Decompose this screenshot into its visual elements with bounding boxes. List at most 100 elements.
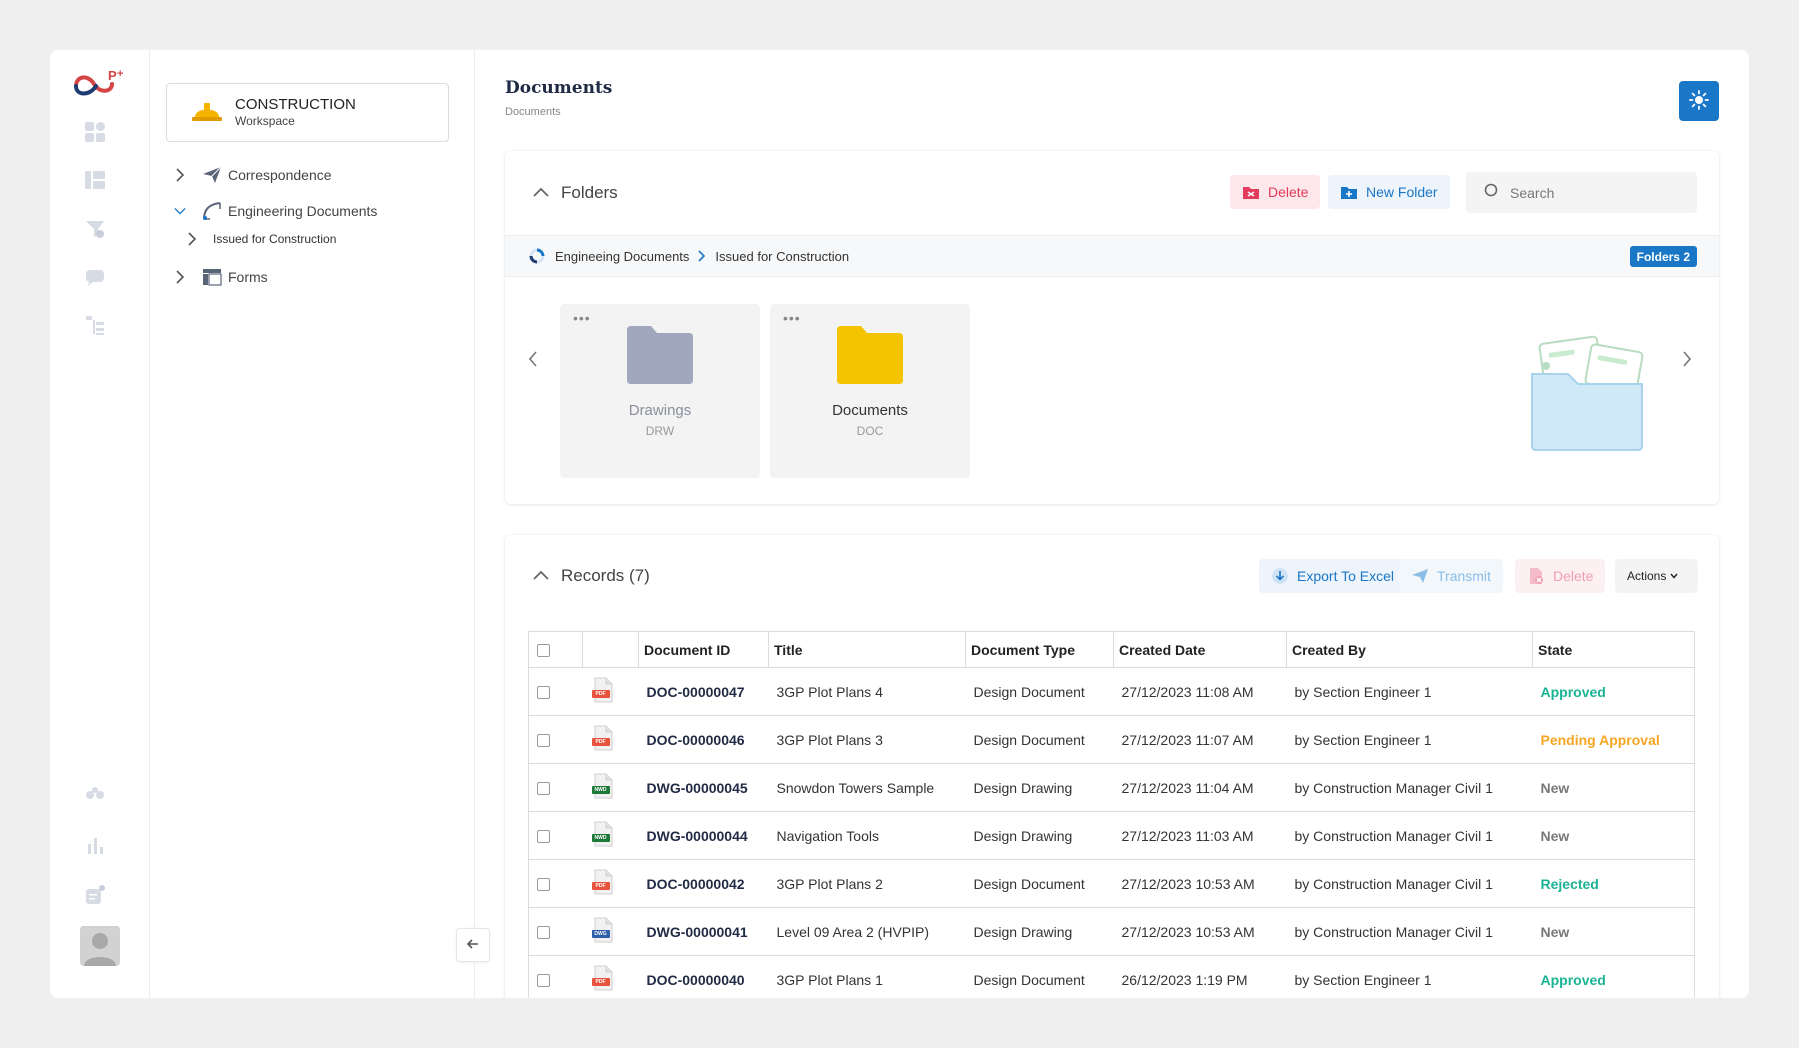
collapse-records-icon[interactable] — [533, 567, 549, 583]
table-header-row: Document ID Title Document Type Created … — [528, 631, 1695, 668]
more-options-icon[interactable]: ••• — [783, 311, 801, 325]
more-options-icon[interactable]: ••• — [573, 311, 591, 325]
row-checkbox[interactable] — [537, 830, 550, 844]
created-date-cell: 27/12/2023 11:03 AM — [1113, 811, 1287, 860]
select-all-cell — [528, 631, 583, 668]
path-segment[interactable]: Issued for Construction — [715, 249, 849, 264]
workspace-selector[interactable]: CONSTRUCTION Workspace — [166, 83, 449, 142]
search-input[interactable] — [1510, 184, 1690, 201]
row-checkbox[interactable] — [537, 782, 550, 796]
row-checkbox[interactable] — [537, 686, 550, 700]
created-by-cell: by Construction Manager Civil 1 — [1286, 859, 1533, 908]
approval-icon[interactable] — [80, 214, 110, 244]
select-all-checkbox[interactable] — [537, 644, 550, 658]
document-id-cell[interactable]: DOC-00000047 — [638, 667, 769, 716]
row-checkbox[interactable] — [537, 734, 550, 748]
row-checkbox[interactable] — [537, 974, 550, 988]
table-row[interactable]: PDF DOC-00000046 3GP Plot Plans 3 Design Do… — [528, 715, 1695, 764]
delete-records-button[interactable]: Delete — [1515, 559, 1606, 593]
add-folder-icon — [1340, 183, 1358, 201]
document-id-cell[interactable]: DOC-00000042 — [638, 859, 769, 908]
pdf-file-icon: PDF — [591, 677, 615, 703]
table-row[interactable]: DWG DWG-00000041 Level 09 Area 2 (HVPIP) De… — [528, 907, 1695, 956]
analytics-icon[interactable] — [80, 830, 110, 860]
chevron-right-icon[interactable] — [174, 168, 186, 182]
folders-count-badge: Folders 2 — [1629, 246, 1697, 267]
path-segment[interactable]: Engineeing Documents — [555, 249, 689, 264]
send-icon — [201, 164, 223, 186]
column-header[interactable]: State — [1532, 631, 1695, 668]
created-date-cell: 27/12/2023 10:53 AM — [1113, 907, 1287, 956]
export-excel-button[interactable]: Export To Excel — [1259, 559, 1407, 593]
breadcrumb[interactable]: Documents — [505, 106, 561, 118]
delete-label: Delete — [1268, 184, 1309, 200]
table-row[interactable]: PDF DOC-00000047 3GP Plot Plans 4 Design Do… — [528, 667, 1695, 716]
column-header[interactable]: Created By — [1286, 631, 1533, 668]
row-select-cell — [528, 763, 583, 812]
folder-tile-documents[interactable]: ••• Documents DOC — [770, 304, 970, 478]
layout-icon[interactable] — [80, 165, 110, 195]
document-id-cell[interactable]: DWG-00000045 — [638, 763, 769, 812]
row-checkbox[interactable] — [537, 926, 550, 940]
table-row[interactable]: NWD DWG-00000045 Snowdon Towers Sample Desi… — [528, 763, 1695, 812]
integration-icon[interactable] — [80, 780, 110, 810]
tree-item-correspondence[interactable]: Correspondence — [174, 164, 332, 186]
hierarchy-icon[interactable] — [80, 310, 110, 340]
delete-folder-icon — [1242, 183, 1260, 201]
notifications-icon[interactable] — [80, 880, 110, 910]
tree-item-label: Forms — [228, 269, 268, 285]
document-type-cell: Design Document — [965, 667, 1114, 716]
document-type-cell: Design Document — [965, 955, 1114, 998]
workspace-subtitle: Workspace — [235, 114, 295, 128]
collapse-folders-icon[interactable] — [533, 184, 549, 200]
document-id-cell[interactable]: DWG-00000041 — [638, 907, 769, 956]
column-header[interactable]: Title — [768, 631, 966, 668]
folder-code: DOC — [856, 424, 884, 438]
folders-card: Folders Delete New Folder Engineeing Doc… — [505, 151, 1719, 504]
carousel-next-arrow[interactable] — [1677, 347, 1697, 371]
actions-dropdown[interactable]: Actions — [1615, 559, 1698, 593]
document-type-cell: Design Drawing — [965, 763, 1114, 812]
send-icon — [1411, 567, 1429, 585]
theme-toggle-button[interactable] — [1679, 81, 1719, 121]
document-id-cell[interactable]: DOC-00000046 — [638, 715, 769, 764]
delete-label: Delete — [1553, 568, 1594, 584]
chat-icon[interactable] — [80, 262, 110, 292]
arrow-left-icon — [466, 937, 480, 954]
tree-item-label: Engineering Documents — [228, 203, 378, 219]
delete-folder-button[interactable]: Delete — [1230, 175, 1321, 209]
column-header[interactable]: Document Type — [965, 631, 1114, 668]
title-cell: Snowdon Towers Sample — [768, 763, 966, 812]
user-avatar[interactable] — [80, 926, 120, 966]
folder-tile-drawings[interactable]: ••• Drawings DRW — [560, 304, 760, 478]
chevron-down-icon[interactable] — [174, 205, 186, 217]
chevron-right-icon[interactable] — [174, 270, 186, 284]
column-header[interactable]: Document ID — [638, 631, 769, 668]
tree-item-forms[interactable]: Forms — [174, 266, 268, 288]
table-row[interactable]: NWD DWG-00000044 Navigation Tools Design Dr… — [528, 811, 1695, 860]
new-folder-button[interactable]: New Folder — [1328, 175, 1450, 209]
folder-illustration — [1528, 334, 1648, 455]
dashboard-icon[interactable] — [80, 117, 110, 147]
file-type-header — [582, 631, 639, 668]
file-type-cell: PDF — [582, 955, 639, 998]
folder-code: DRW — [645, 424, 675, 438]
column-header[interactable]: Created Date — [1113, 631, 1287, 668]
transmit-button[interactable]: Transmit — [1399, 559, 1503, 593]
row-checkbox[interactable] — [537, 878, 550, 892]
collapse-panel-button[interactable] — [456, 928, 490, 962]
document-id-cell[interactable]: DWG-00000044 — [638, 811, 769, 860]
folder-search[interactable] — [1466, 172, 1697, 213]
row-select-cell — [528, 811, 583, 860]
chevron-right-icon[interactable] — [186, 232, 198, 246]
tree-item-issued-for-construction[interactable]: Issued for Construction — [186, 232, 336, 246]
file-type-label: DWG — [594, 931, 607, 937]
document-type-cell: Design Drawing — [965, 907, 1114, 956]
table-row[interactable]: PDF DOC-00000040 3GP Plot Plans 1 Design Do… — [528, 955, 1695, 998]
state-cell: Pending Approval — [1532, 715, 1695, 764]
document-id-cell[interactable]: DOC-00000040 — [638, 955, 769, 998]
tree-item-engineering-documents[interactable]: Engineering Documents — [174, 200, 377, 222]
carousel-prev-arrow[interactable] — [523, 347, 543, 371]
state-cell: Approved — [1532, 955, 1695, 998]
table-row[interactable]: PDF DOC-00000042 3GP Plot Plans 2 Design Do… — [528, 859, 1695, 908]
